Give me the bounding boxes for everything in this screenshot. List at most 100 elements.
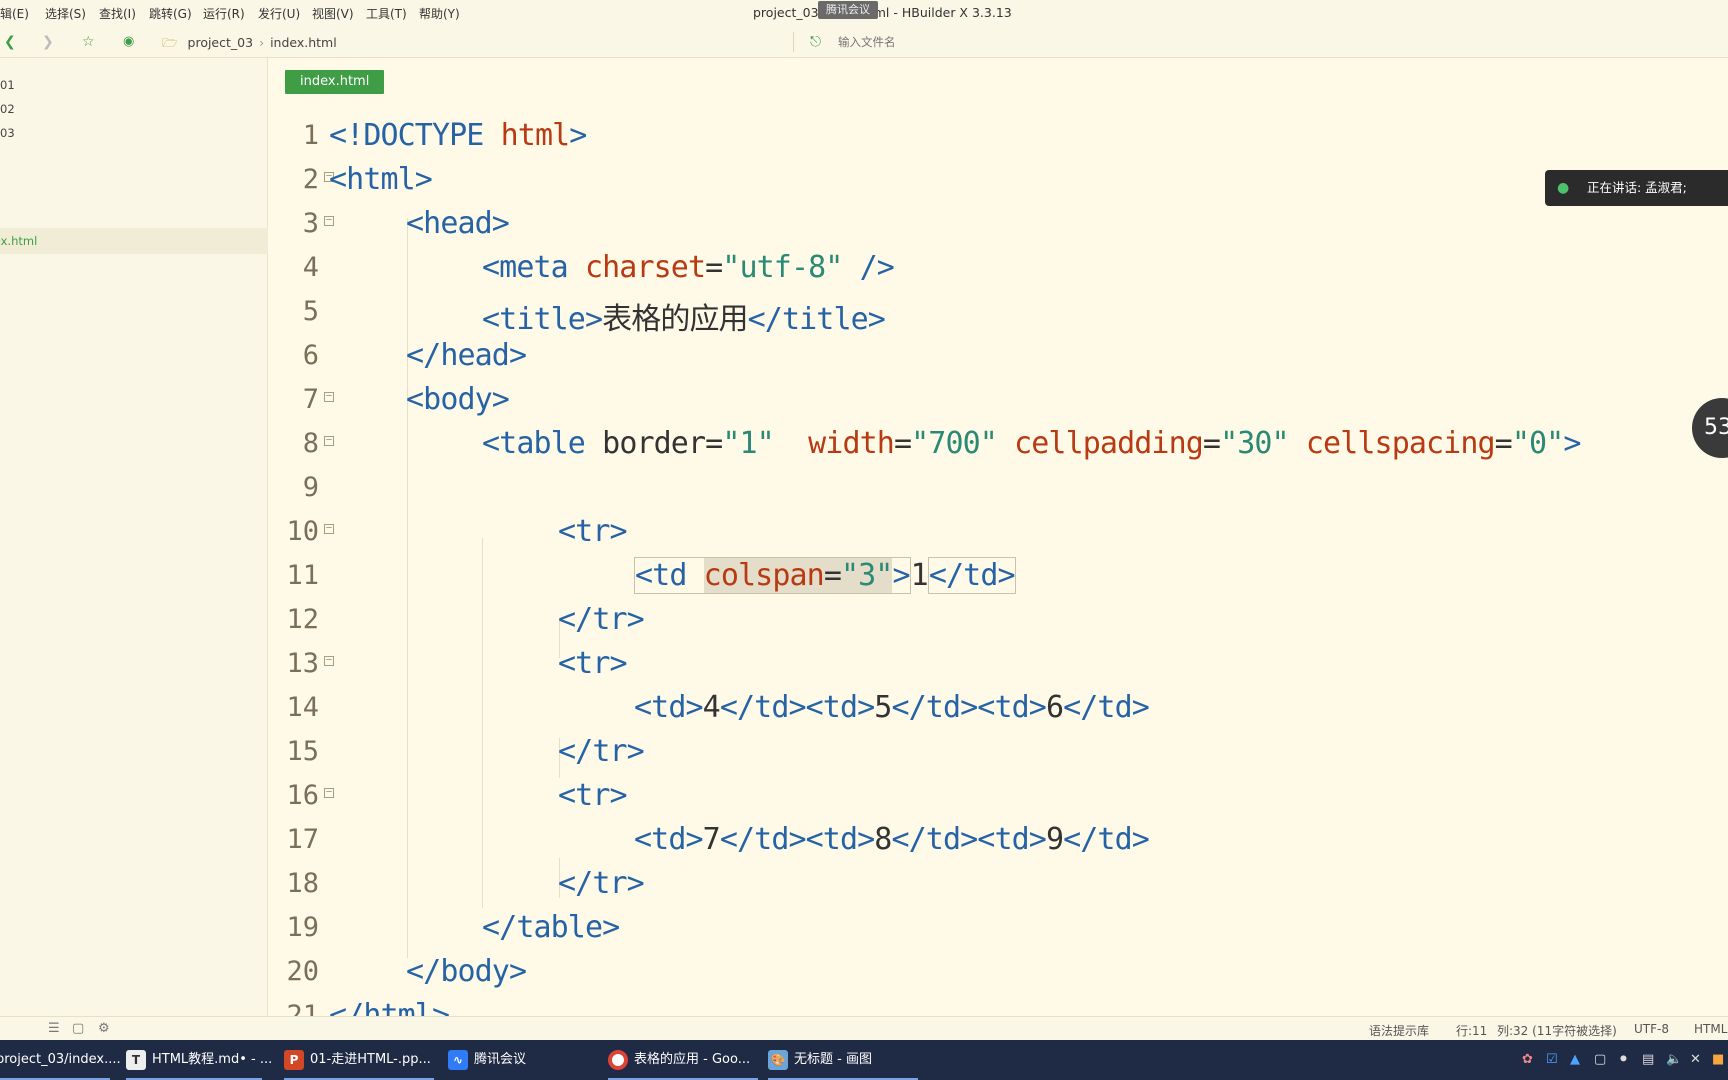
code-text: <body> bbox=[406, 382, 510, 417]
tray-mic-icon[interactable]: ⚫ bbox=[1618, 1052, 1629, 1067]
code-text: <tr> bbox=[558, 646, 628, 681]
forward-icon[interactable]: ❯ bbox=[42, 34, 54, 50]
tree-item-active-label: index.html bbox=[0, 234, 38, 248]
fold-icon[interactable]: – bbox=[324, 392, 334, 402]
tree-item-01[interactable]: 01 bbox=[0, 78, 15, 92]
code-text: <html> bbox=[329, 162, 433, 197]
project-explorer: 01 02 03 index.html bbox=[0, 58, 268, 1016]
line-number: 1 bbox=[302, 120, 319, 151]
taskbar-label: HTML教程.md• - ... bbox=[152, 1052, 273, 1067]
menu-select[interactable]: 选择(S) bbox=[45, 5, 86, 22]
syntax-lib[interactable]: 语法提示库 bbox=[1369, 1022, 1429, 1039]
tray-network-icon[interactable]: ▤ bbox=[1642, 1052, 1654, 1067]
line-number: 21 bbox=[286, 1000, 319, 1016]
code-text: </tr> bbox=[558, 602, 645, 637]
list-icon[interactable]: ☰ bbox=[48, 1021, 60, 1036]
menu-tools[interactable]: 工具(T) bbox=[366, 5, 407, 22]
menu-view[interactable]: 视图(V) bbox=[312, 5, 354, 22]
meeting-overlay[interactable]: 腾讯会议 bbox=[818, 1, 878, 19]
code-line: 18 </tr> bbox=[269, 862, 1728, 906]
file-search-icon: ⎋ bbox=[810, 34, 822, 50]
menu-bar: 编辑(E) 选择(S) 查找(I) 跳转(G) 运行(R) 发行(U) 视图(V… bbox=[0, 0, 1728, 26]
code-line: 9 bbox=[269, 466, 1728, 510]
status-bar: ☰ ▢ ⚙ 语法提示库 行:11 列:32 (11字符被选择) UTF-8 HT… bbox=[0, 1016, 1728, 1040]
code-text: <tr> bbox=[558, 778, 628, 813]
fold-icon[interactable]: – bbox=[324, 216, 334, 226]
tree-item-02[interactable]: 02 bbox=[0, 102, 15, 116]
line-number: 10 bbox=[286, 516, 319, 547]
code-line: 19 </table> bbox=[269, 906, 1728, 950]
star-icon[interactable]: ☆ bbox=[82, 34, 95, 50]
back-icon[interactable]: ❮ bbox=[4, 34, 16, 50]
tray-shield-icon[interactable]: ☑ bbox=[1546, 1052, 1558, 1067]
tree-item-03[interactable]: 03 bbox=[0, 126, 15, 140]
tray-volume-icon[interactable]: 🔈 bbox=[1666, 1052, 1682, 1067]
line-number: 16 bbox=[286, 780, 319, 811]
code-line: 1 <!DOCTYPE html> bbox=[269, 114, 1728, 158]
code-line: 10 – <tr> bbox=[269, 510, 1728, 554]
code-text: </html> bbox=[329, 998, 450, 1016]
tray-window-icon[interactable]: ▢ bbox=[1594, 1052, 1606, 1067]
tab-index-html[interactable]: index.html bbox=[285, 70, 385, 94]
tencent-meeting-icon: ∿ bbox=[448, 1049, 468, 1070]
tray-notification-icon[interactable]: ■ bbox=[1712, 1052, 1724, 1067]
line-number: 6 bbox=[302, 340, 319, 371]
menu-find[interactable]: 查找(I) bbox=[99, 5, 136, 22]
tray-app-icon[interactable]: ✿ bbox=[1522, 1052, 1533, 1067]
taskbar-label: 表格的应用 - Goo... bbox=[634, 1052, 751, 1067]
line-number: 13 bbox=[286, 648, 319, 679]
code-text: <head> bbox=[406, 206, 510, 241]
code-text: <tr> bbox=[558, 514, 628, 549]
code-text: <td colspan="3">1</td> bbox=[634, 557, 1016, 594]
taskbar-item-tencent-meeting[interactable]: ∿ 腾讯会议 bbox=[448, 1040, 588, 1080]
breadcrumb-file[interactable]: index.html bbox=[270, 35, 337, 50]
tray-close-icon[interactable]: ✕ bbox=[1690, 1052, 1701, 1067]
menu-goto[interactable]: 跳转(G) bbox=[149, 5, 192, 22]
encoding[interactable]: UTF-8 bbox=[1634, 1022, 1669, 1036]
taskbar-item-typora[interactable]: T HTML教程.md• - ... bbox=[126, 1040, 272, 1080]
terminal-icon[interactable]: ▢ bbox=[72, 1021, 84, 1036]
menu-publish[interactable]: 发行(U) bbox=[258, 5, 300, 22]
line-number: 18 bbox=[286, 868, 319, 899]
menu-edit[interactable]: 编辑(E) bbox=[0, 5, 29, 22]
line-number: 20 bbox=[286, 956, 319, 987]
taskbar-item-powerpoint[interactable]: P 01-走进HTML-.pp... bbox=[284, 1040, 434, 1080]
settings-icon[interactable]: ⚙ bbox=[98, 1021, 110, 1036]
line-number: 9 bbox=[302, 472, 319, 503]
taskbar: project_03/index.... T HTML教程.md• - ... P… bbox=[0, 1040, 1728, 1080]
code-line: 17 <td>7</td><td>8</td><td>9</td> bbox=[269, 818, 1728, 862]
code-line: 7 – <body> bbox=[269, 378, 1728, 422]
breadcrumb-project[interactable]: project_03 bbox=[188, 35, 254, 50]
code-text: <td>7</td><td>8</td><td>9</td> bbox=[634, 822, 1150, 857]
fold-icon[interactable]: – bbox=[324, 788, 334, 798]
file-search: ⎋ bbox=[810, 33, 1218, 53]
code-line: 21 </html> bbox=[269, 994, 1728, 1016]
code-text: <meta charset="utf-8" /> bbox=[482, 250, 895, 285]
language-mode[interactable]: HTML bbox=[1694, 1022, 1727, 1036]
fold-icon[interactable]: – bbox=[324, 436, 334, 446]
paint-icon: 🎨 bbox=[768, 1049, 788, 1070]
menu-run[interactable]: 运行(R) bbox=[203, 5, 245, 22]
taskbar-item-chrome[interactable]: 表格的应用 - Goo... bbox=[608, 1040, 758, 1080]
taskbar-item-hbuilder[interactable]: project_03/index.... bbox=[0, 1040, 121, 1080]
tab-bar: index.html bbox=[269, 70, 1728, 94]
code-line: 6 </head> bbox=[269, 334, 1728, 378]
run-icon[interactable]: ◉ bbox=[123, 34, 134, 49]
tree-item-active-file[interactable]: index.html bbox=[0, 228, 268, 254]
line-number: 15 bbox=[286, 736, 319, 767]
chrome-icon bbox=[608, 1049, 628, 1070]
taskbar-item-paint[interactable]: 🎨 无标题 - 画图 bbox=[768, 1040, 918, 1080]
menu-help[interactable]: 帮助(Y) bbox=[419, 5, 460, 22]
code-editor[interactable]: index.html 1 <!DOCTYPE html> 2 – <html> … bbox=[269, 58, 1728, 1016]
fold-icon[interactable]: – bbox=[324, 656, 334, 666]
line-number: 5 bbox=[302, 296, 319, 327]
tray-meeting-icon[interactable]: ▲ bbox=[1570, 1052, 1580, 1067]
code-text: <title>表格的应用</title> bbox=[482, 302, 886, 337]
cursor-column: 列:32 (11字符被选择) bbox=[1497, 1024, 1617, 1038]
fold-icon[interactable]: – bbox=[324, 524, 334, 534]
code-text: <!DOCTYPE html> bbox=[329, 118, 587, 153]
code-text: </body> bbox=[406, 954, 527, 989]
code-line: 14 <td>4</td><td>5</td><td>6</td> bbox=[269, 686, 1728, 730]
file-search-input[interactable] bbox=[838, 33, 1218, 53]
taskbar-label: 01-走进HTML-.pp... bbox=[310, 1052, 431, 1067]
